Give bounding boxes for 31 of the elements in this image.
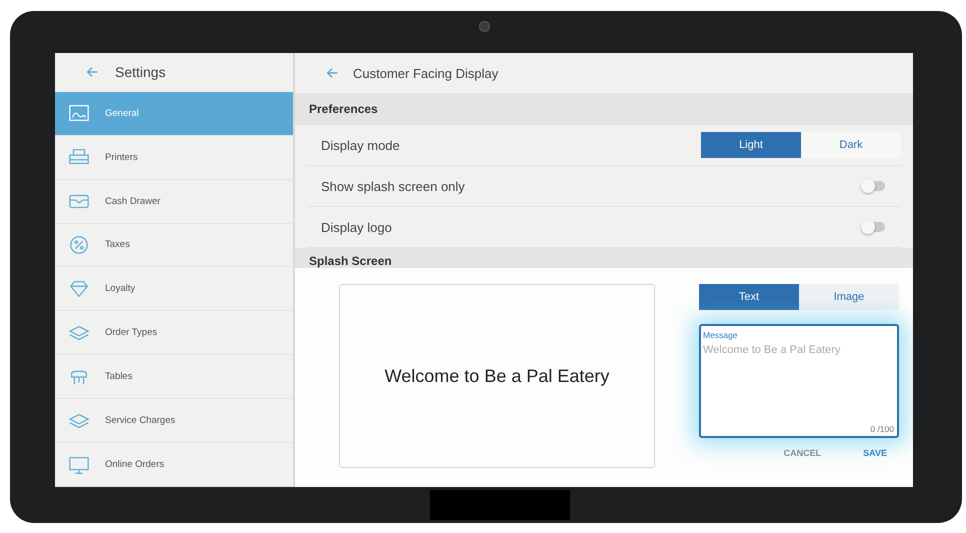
sidebar-item[interactable]: Taxes	[55, 224, 293, 268]
mode-option[interactable]: Light	[701, 132, 801, 158]
sidebar-title: Settings	[115, 64, 166, 80]
sidebar-item[interactable]: Loyalty	[55, 267, 293, 312]
mode-option[interactable]: Dark	[801, 132, 901, 158]
sidebar-item[interactable]: Cash Drawer	[55, 180, 293, 224]
setting-label: Display mode	[321, 138, 400, 152]
setting-label: Display logo	[321, 220, 392, 234]
section-header: Preferences	[295, 93, 913, 125]
toggle-switch[interactable]	[863, 181, 885, 191]
sidebar-item[interactable]: Printers	[55, 136, 293, 180]
sidebar-item[interactable]: Service Charges	[55, 399, 293, 444]
character-counter: 0 /100	[870, 424, 894, 434]
back-arrow-icon[interactable]	[325, 66, 339, 80]
sidebar-item[interactable]: Tables	[55, 355, 293, 400]
toggle-switch[interactable]	[863, 222, 885, 232]
message-field[interactable]: Welcome to Be a Pal Eatery	[703, 340, 895, 414]
content-tab[interactable]: Image	[799, 284, 899, 310]
back-arrow-icon[interactable]	[85, 65, 99, 80]
content-tab[interactable]: Text	[699, 284, 799, 310]
section-header: Splash Screen	[295, 248, 913, 268]
field-label: Message	[703, 330, 738, 340]
setting-icon	[67, 234, 91, 256]
sidebar-item[interactable]: Online Orders	[55, 443, 293, 487]
setting-label: Show splash screen only	[321, 178, 465, 194]
save-button[interactable]: SAVE	[851, 444, 899, 462]
sidebar-item[interactable]: Order Types	[55, 311, 293, 356]
preview-text: Welcome to Be a Pal Eatery	[384, 366, 610, 386]
camera-icon	[479, 21, 490, 32]
message-box[interactable]: Message Welcome to Be a Pal Eatery 0 /100	[699, 324, 899, 438]
page-title: Customer Facing Display	[353, 66, 498, 80]
